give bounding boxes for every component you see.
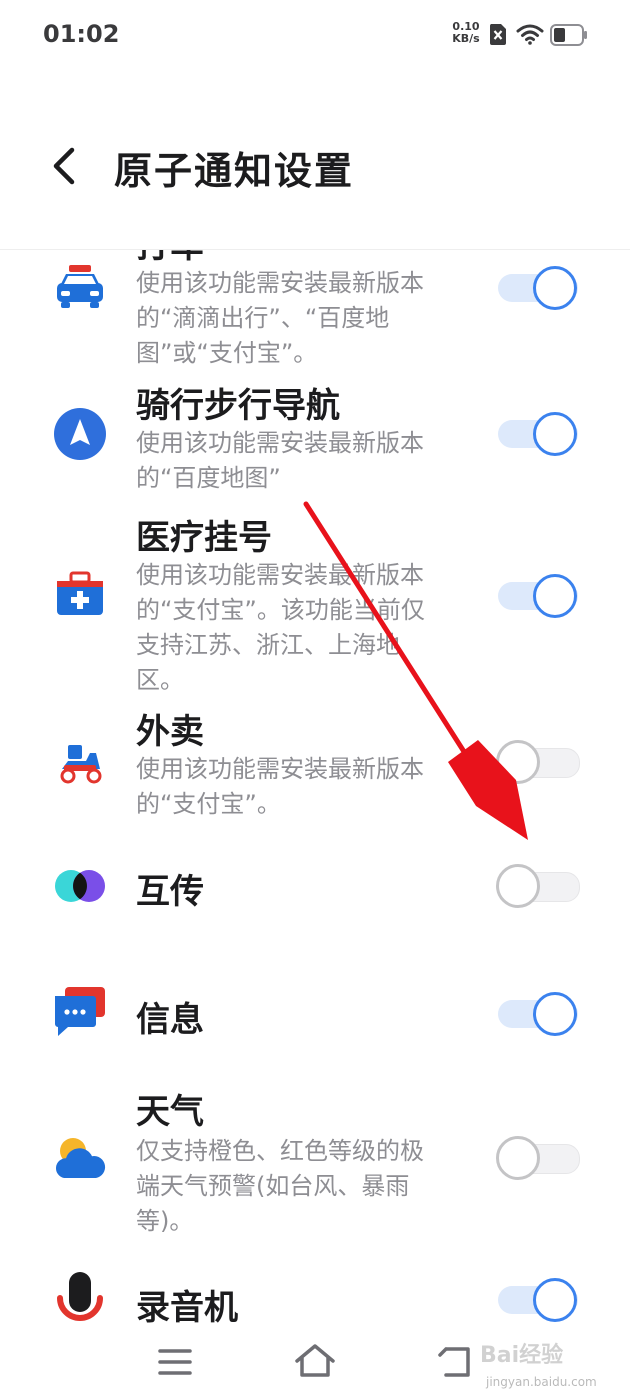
sim-x-icon <box>489 24 506 45</box>
watermark-url: jingyan.baidu.com <box>486 1375 597 1389</box>
toggle-knob <box>496 740 540 784</box>
toggle-medical[interactable] <box>496 574 580 618</box>
navigation-icon <box>54 408 106 460</box>
toggle-knob <box>533 266 577 310</box>
wifi-icon <box>516 24 544 45</box>
toggle-knob <box>533 574 577 618</box>
toggle-knob <box>496 864 540 908</box>
item-description: 使用该功能需安装最新版本的“支付宝”。 <box>136 755 424 818</box>
list-item-taxi: 打车 使用该功能需安装最新版本的“滴滴出行”、“百度地图”或“支付宝”。 <box>0 250 630 374</box>
status-time: 01:02 <box>43 20 120 48</box>
chevron-left-icon <box>53 147 75 185</box>
home-icon <box>295 1344 335 1377</box>
toggle-share[interactable] <box>496 864 580 908</box>
toggle-delivery[interactable] <box>496 740 580 784</box>
list-item-navigation: 骑行步行导航 使用该功能需安装最新版本的“百度地图” <box>0 374 630 504</box>
item-title: 天气 <box>136 1092 204 1132</box>
page-title: 原子通知设置 <box>114 149 355 193</box>
list-item-weather: 天气 仅支持橙色、红色等级的极端天气预警(如台风、暴雨等)。 <box>0 1084 630 1244</box>
list-item-medical: 医疗挂号 使用该功能需安装最新版本的“支付宝”。该功能当前仅支持江苏、浙江、上海… <box>0 506 630 696</box>
item-title: 骑行步行导航 <box>136 386 340 426</box>
medical-kit-icon <box>57 571 103 615</box>
list-item-share: 互传 <box>0 850 630 920</box>
message-icon <box>55 987 105 1036</box>
list-item-message: 信息 <box>0 978 630 1048</box>
item-description: 使用该功能需安装最新版本的“滴滴出行”、“百度地图”或“支付宝”。 <box>136 269 424 367</box>
menu-button[interactable] <box>150 1337 200 1387</box>
home-button[interactable] <box>290 1337 340 1387</box>
item-description: 使用该功能需安装最新版本的“支付宝”。该功能当前仅支持江苏、浙江、上海地区。 <box>136 561 425 694</box>
item-description: 使用该功能需安装最新版本的“百度地图” <box>136 429 424 492</box>
microphone-icon <box>57 1272 103 1321</box>
page-header: 原子通知设置 <box>0 120 630 210</box>
toggle-message[interactable] <box>496 992 580 1036</box>
toggle-taxi[interactable] <box>496 266 580 310</box>
toggle-weather[interactable] <box>496 1136 580 1180</box>
toggle-knob <box>533 1278 577 1322</box>
toggle-knob <box>496 1136 540 1180</box>
network-speed-unit: KB/s <box>452 32 480 45</box>
list-item-recorder: 录音机 <box>0 1266 630 1325</box>
item-title: 信息 <box>136 1000 204 1040</box>
watermark-text: Bai经验 <box>480 1343 564 1368</box>
item-title: 打车 <box>136 250 204 267</box>
back-button[interactable] <box>44 142 88 190</box>
item-title: 互传 <box>136 872 204 912</box>
settings-list: 打车 使用该功能需安装最新版本的“滴滴出行”、“百度地图”或“支付宝”。 骑行步… <box>0 250 630 1325</box>
toggle-knob <box>533 992 577 1036</box>
weather-icon <box>55 1138 106 1178</box>
toggle-navigation[interactable] <box>496 412 580 456</box>
toggle-recorder[interactable] <box>496 1278 580 1322</box>
item-title: 录音机 <box>136 1288 238 1325</box>
network-speed: 0.10 KB/s <box>446 21 486 45</box>
item-description: 仅支持橙色、红色等级的极端天气预警(如台风、暴雨等)。 <box>136 1137 424 1235</box>
share-transfer-icon <box>55 870 105 902</box>
list-item-delivery: 外卖 使用该功能需安装最新版本的“支付宝”。 <box>0 700 630 825</box>
item-title: 外卖 <box>136 712 204 752</box>
menu-icon <box>158 1349 192 1375</box>
taxi-icon <box>57 265 103 308</box>
watermark: Bai经验 jingyan.baidu.com <box>472 1332 622 1394</box>
battery-icon <box>550 24 587 46</box>
item-title: 医疗挂号 <box>136 518 272 558</box>
toggle-knob <box>533 412 577 456</box>
status-bar: 01:02 0.10 KB/s <box>0 0 630 70</box>
delivery-scooter-icon <box>60 745 102 784</box>
